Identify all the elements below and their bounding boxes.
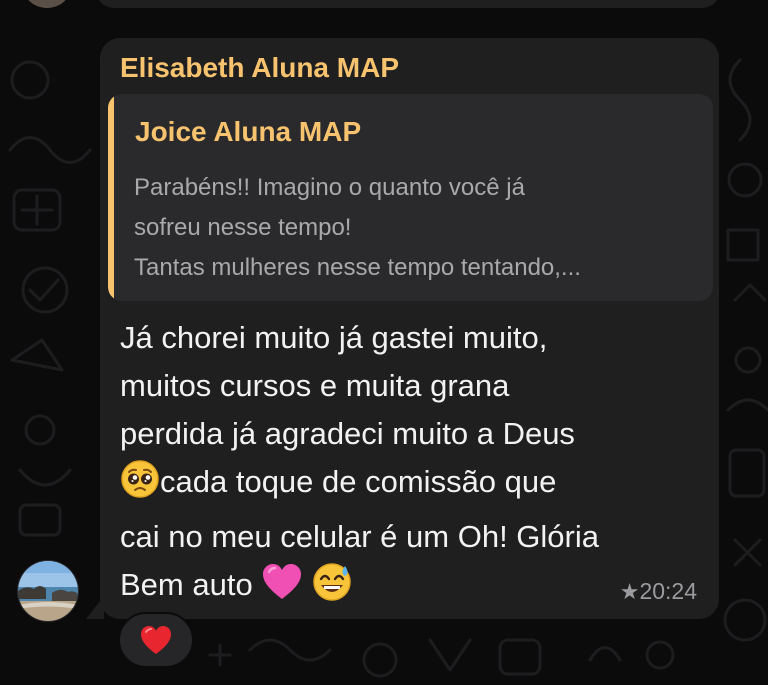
message-line: cai no meu celular é um Oh! Glória <box>120 519 599 554</box>
quoted-author: Joice Aluna MAP <box>135 116 362 147</box>
message-bubble[interactable]: Elisabeth Aluna MAP Joice Aluna MAP Para… <box>100 38 719 619</box>
star-icon: ★ <box>619 579 640 604</box>
reaction-pill[interactable] <box>118 612 194 668</box>
message-line: muitos cursos e muita grana <box>120 368 510 403</box>
quoted-line: Tantas mulheres nesse tempo tentando,... <box>134 254 581 281</box>
red-heart-icon <box>141 626 171 654</box>
previous-message-bubble[interactable] <box>96 0 720 8</box>
quoted-line: sofreu nesse tempo! <box>134 214 352 241</box>
message-line: perdida já agradeci muito a Deus <box>120 416 575 451</box>
quote-accent-bar <box>108 94 114 301</box>
message-time: 20:24 <box>639 578 697 604</box>
sender-avatar[interactable] <box>18 561 78 621</box>
message-meta: ★20:24 <box>620 578 697 605</box>
quoted-line: Parabéns!! Imagino o quanto você já <box>134 174 525 201</box>
message-line: cada toque de comissão que <box>160 464 557 499</box>
pleading-face-icon <box>120 459 160 513</box>
quoted-text: Parabéns!! Imagino o quanto você já sofr… <box>134 168 699 288</box>
message-text: Já chorei muito já gastei muito, muitos … <box>120 314 710 616</box>
quoted-message[interactable]: Joice Aluna MAP Parabéns!! Imagino o qua… <box>108 94 713 301</box>
sender-name[interactable]: Elisabeth Aluna MAP <box>120 52 399 84</box>
message-line-with-emoji: cada toque de comissão que <box>120 458 710 513</box>
grinning-sweat-face-icon <box>312 562 352 616</box>
pink-heart-icon <box>261 562 303 616</box>
message-line: Já chorei muito já gastei muito, <box>120 320 548 355</box>
message-line: Bem auto <box>120 567 253 602</box>
sender-avatar-photo <box>18 561 78 621</box>
